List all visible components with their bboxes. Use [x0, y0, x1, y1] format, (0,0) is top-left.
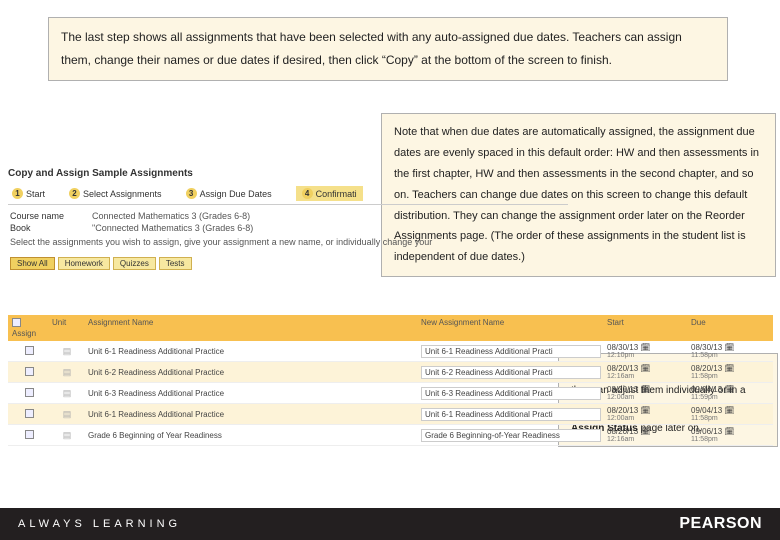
calendar-icon[interactable]: 🗓	[724, 385, 734, 394]
start-time: 12:16am	[607, 436, 685, 443]
new-name-input[interactable]: Unit 6-2 Readiness Additional Practi	[421, 366, 601, 379]
table-row: ▤ Unit 6-3 Readiness Additional Practice U…	[8, 383, 773, 404]
calendar-icon[interactable]: 🗓	[724, 406, 734, 415]
course-value: Connected Mathematics 3 (Grades 6-8)	[92, 211, 250, 221]
table-row: ▤ Grade 6 Beginning of Year Readiness Grad…	[8, 425, 773, 446]
due-time: 11:59pm	[691, 394, 769, 401]
step-number-icon: 4	[302, 188, 313, 199]
assign-checkbox[interactable]	[25, 430, 34, 439]
tab-confirm[interactable]: 4Confirmati	[296, 186, 363, 201]
calendar-icon[interactable]: 🗓	[640, 427, 650, 436]
step-number-icon: 1	[12, 188, 23, 199]
footer-bar: ALWAYS LEARNING PEARSON	[0, 508, 780, 540]
new-name-input[interactable]: Unit 6-1 Readiness Additional Practi	[421, 408, 601, 421]
course-label: Course name	[10, 211, 80, 221]
filter-tests[interactable]: Tests	[159, 257, 192, 270]
start-time: 12:00am	[607, 415, 685, 422]
start-time: 12:16am	[607, 373, 685, 380]
step-number-icon: 3	[186, 188, 197, 199]
start-date[interactable]: 08/30/13 🗓	[607, 343, 685, 352]
book-label: Book	[10, 223, 80, 233]
tab-dates[interactable]: 3Assign Due Dates	[186, 186, 272, 201]
assignment-name: Grade 6 Beginning of Year Readiness	[88, 431, 415, 440]
start-time: 12:00am	[607, 394, 685, 401]
due-time: 11:58pm	[691, 415, 769, 422]
filter-quizzes[interactable]: Quizzes	[113, 257, 156, 270]
assignment-name: Unit 6-1 Readiness Additional Practice	[88, 410, 415, 419]
due-date[interactable]: 09/06/13 🗓	[691, 427, 769, 436]
checkbox-all[interactable]	[12, 318, 21, 327]
page-title: Copy and Assign Sample Assignments	[8, 168, 568, 179]
start-date[interactable]: 08/20/13 🗓	[607, 385, 685, 394]
due-time: 11:58pm	[691, 373, 769, 380]
step-number-icon: 2	[69, 188, 80, 199]
assignment-name: Unit 6-3 Readiness Additional Practice	[88, 389, 415, 398]
app-screenshot: Copy and Assign Sample Assignments 1Star…	[8, 168, 568, 270]
due-date[interactable]: 09/04/13 🗓	[691, 406, 769, 415]
annotation-box-1: The last step shows all assignments that…	[48, 17, 728, 81]
assignments-table: Assign Unit Assignment Name New Assignme…	[8, 315, 773, 446]
wizard-tabs: 1Start 2Select Assignments 3Assign Due D…	[8, 183, 568, 205]
document-icon: ▤	[63, 346, 72, 356]
table-row: ▤ Unit 6-1 Readiness Additional Practice U…	[8, 404, 773, 425]
calendar-icon[interactable]: 🗓	[640, 406, 650, 415]
table-row: ▤ Unit 6-1 Readiness Additional Practice U…	[8, 341, 773, 362]
start-time: 12:10pm	[607, 352, 685, 359]
start-date[interactable]: 08/20/13 🗓	[607, 364, 685, 373]
book-value: "Connected Mathematics 3 (Grades 6-8)	[92, 223, 253, 233]
due-date[interactable]: 08/30/13 🗓	[691, 343, 769, 352]
footer-brand: PEARSON	[679, 515, 762, 533]
new-name-input[interactable]: Unit 6-1 Readiness Additional Practi	[421, 345, 601, 358]
assign-checkbox[interactable]	[25, 346, 34, 355]
assign-checkbox[interactable]	[25, 409, 34, 418]
filter-buttons: Show All Homework Quizzes Tests	[10, 257, 568, 270]
calendar-icon[interactable]: 🗓	[640, 385, 650, 394]
calendar-icon[interactable]: 🗓	[640, 343, 650, 352]
calendar-icon[interactable]: 🗓	[724, 343, 734, 352]
table-row: ▤ Unit 6-2 Readiness Additional Practice U…	[8, 362, 773, 383]
instructions: Select the assignments you wish to assig…	[10, 237, 432, 247]
new-name-input[interactable]: Unit 6-3 Readiness Additional Practi	[421, 387, 601, 400]
filter-all[interactable]: Show All	[10, 257, 55, 270]
table-header: Assign Unit Assignment Name New Assignme…	[8, 315, 773, 341]
due-date[interactable]: 08/20/13 🗓	[691, 364, 769, 373]
tab-start[interactable]: 1Start	[12, 186, 45, 201]
course-meta: Course name Connected Mathematics 3 (Grad…	[8, 205, 568, 253]
start-date[interactable]: 08/20/13 🗓	[607, 406, 685, 415]
assign-checkbox[interactable]	[25, 367, 34, 376]
start-date[interactable]: 08/20/13 🗓	[607, 427, 685, 436]
due-time: 11:58pm	[691, 436, 769, 443]
filter-homework[interactable]: Homework	[58, 257, 110, 270]
calendar-icon[interactable]: 🗓	[724, 364, 734, 373]
document-icon: ▤	[63, 367, 72, 377]
document-icon: ▤	[63, 388, 72, 398]
footer-tagline: ALWAYS LEARNING	[18, 518, 181, 530]
calendar-icon[interactable]: 🗓	[724, 427, 734, 436]
document-icon: ▤	[63, 430, 72, 440]
assignment-name: Unit 6-2 Readiness Additional Practice	[88, 368, 415, 377]
document-icon: ▤	[63, 409, 72, 419]
due-date[interactable]: 09/04/13 🗓	[691, 385, 769, 394]
assignment-name: Unit 6-1 Readiness Additional Practice	[88, 347, 415, 356]
due-time: 11:58pm	[691, 352, 769, 359]
assign-checkbox[interactable]	[25, 388, 34, 397]
calendar-icon[interactable]: 🗓	[640, 364, 650, 373]
tab-select[interactable]: 2Select Assignments	[69, 186, 162, 201]
new-name-input[interactable]: Grade 6 Beginning-of-Year Readiness	[421, 429, 601, 442]
